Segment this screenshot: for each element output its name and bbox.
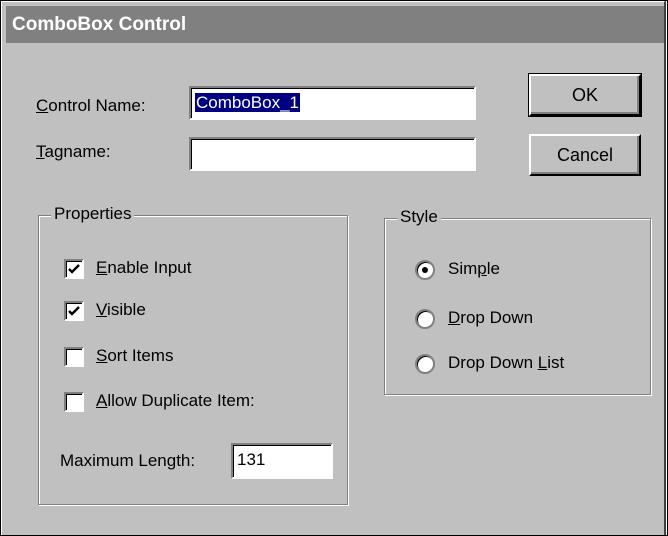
- maximum-length-input[interactable]: 131: [231, 443, 333, 479]
- combobox-control-dialog: ComboBox Control Control Name: ComboBox_…: [0, 0, 666, 536]
- tagname-label: Tagname:: [36, 142, 111, 161]
- maximum-length-label: Maximum Length:: [60, 451, 196, 470]
- style-drop-down-list-label[interactable]: Drop Down List: [448, 353, 564, 373]
- style-legend: Style: [397, 207, 441, 227]
- tagname-input[interactable]: [189, 137, 476, 171]
- enable-input-checkbox[interactable]: [64, 259, 84, 279]
- style-simple-label[interactable]: Simple: [448, 259, 500, 279]
- dialog-title[interactable]: ComboBox Control: [6, 6, 664, 43]
- check-icon: [68, 264, 80, 274]
- sort-items-label[interactable]: Sort Items: [96, 346, 173, 366]
- style-simple-radio[interactable]: [415, 260, 435, 280]
- cancel-button[interactable]: Cancel: [529, 134, 641, 176]
- allow-duplicate-item-checkbox[interactable]: [64, 392, 84, 412]
- properties-legend: Properties: [51, 204, 135, 224]
- allow-duplicate-item-label[interactable]: Allow Duplicate Item:: [96, 391, 255, 411]
- sort-items-checkbox[interactable]: [64, 347, 84, 367]
- visible-checkbox[interactable]: [64, 301, 84, 321]
- control-name-label: Control Name:: [36, 96, 146, 115]
- control-name-input[interactable]: ComboBox_1: [189, 86, 476, 120]
- style-drop-down-list-radio[interactable]: [415, 354, 435, 374]
- style-drop-down-label[interactable]: Drop Down: [448, 308, 533, 328]
- ok-button[interactable]: OK: [528, 73, 642, 117]
- check-icon: [68, 306, 80, 316]
- enable-input-label[interactable]: Enable Input: [96, 258, 191, 278]
- visible-label[interactable]: Visible: [96, 300, 146, 320]
- control-name-value: ComboBox_1: [195, 93, 301, 112]
- style-drop-down-radio[interactable]: [415, 309, 435, 329]
